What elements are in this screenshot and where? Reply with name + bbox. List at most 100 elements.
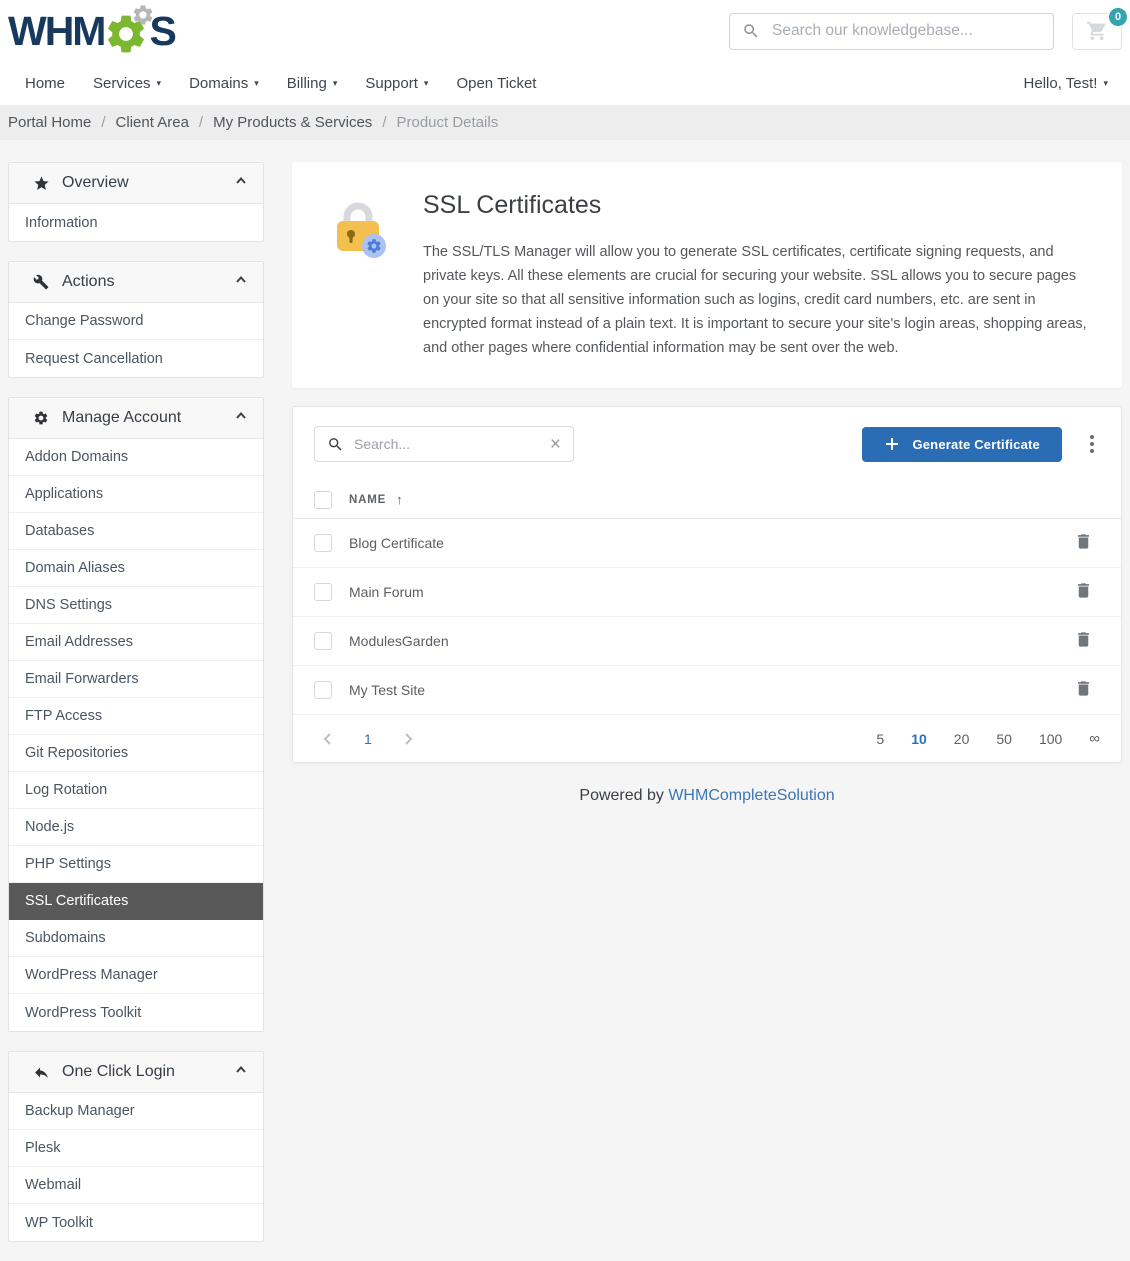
- sidebar-item-addon-domains[interactable]: Addon Domains: [9, 439, 263, 476]
- sidebar-item-ssl-certificates[interactable]: SSL Certificates: [9, 883, 263, 920]
- nav-domains[interactable]: Domains ▾: [175, 75, 273, 92]
- row-checkbox[interactable]: [314, 583, 332, 601]
- sidebar-item-applications[interactable]: Applications: [9, 476, 263, 513]
- page-number[interactable]: 1: [364, 731, 372, 747]
- page-size-10[interactable]: 10: [911, 731, 927, 747]
- logo-gear-icon: [103, 7, 151, 55]
- gear-icon: [32, 410, 50, 426]
- generate-certificate-button[interactable]: Generate Certificate: [862, 427, 1062, 462]
- sidebar-item-dns-settings[interactable]: DNS Settings: [9, 587, 263, 624]
- page-description: The SSL/TLS Manager will allow you to ge…: [423, 240, 1094, 360]
- row-checkbox[interactable]: [314, 632, 332, 650]
- whmcompletesolution-link[interactable]: WHMCompleteSolution: [668, 787, 834, 804]
- sidebar-item-label: Email Addresses: [25, 634, 133, 650]
- star-icon: [32, 175, 50, 192]
- whmcs-logo[interactable]: WHM S: [8, 7, 175, 55]
- sidebar-item-subdomains[interactable]: Subdomains: [9, 920, 263, 957]
- sidebar-item-request-cancellation[interactable]: Request Cancellation: [9, 340, 263, 377]
- nav-domains-label: Domains: [189, 75, 248, 92]
- sidebar-item-label: Change Password: [25, 313, 144, 329]
- sidebar-section-actions: Actions Change Password Request Cancella…: [8, 261, 264, 378]
- sidebar-title-manage-account: Manage Account: [62, 409, 234, 427]
- table-row: Blog Certificate: [293, 519, 1121, 568]
- delete-certificate-button[interactable]: [1070, 626, 1097, 656]
- next-page-button[interactable]: [394, 729, 422, 749]
- sidebar-item-git-repositories[interactable]: Git Repositories: [9, 735, 263, 772]
- caret-down-icon: ▾: [254, 79, 259, 88]
- powered-by-text: Powered by: [579, 787, 668, 804]
- delete-certificate-button[interactable]: [1070, 577, 1097, 607]
- sidebar-item-nodejs[interactable]: Node.js: [9, 809, 263, 846]
- delete-certificate-button[interactable]: [1070, 528, 1097, 558]
- page-size-5[interactable]: 5: [876, 731, 884, 747]
- certificates-card: × Generate Certificate NAME ↑ Blog Certi…: [292, 406, 1122, 763]
- cart-button[interactable]: 0: [1072, 13, 1122, 50]
- row-checkbox[interactable]: [314, 534, 332, 552]
- sidebar-item-change-password[interactable]: Change Password: [9, 303, 263, 340]
- previous-page-button[interactable]: [314, 729, 342, 749]
- chevron-up-icon: [234, 273, 248, 292]
- kebab-dot: [1090, 449, 1094, 453]
- nav-billing[interactable]: Billing▾: [273, 75, 352, 92]
- search-icon: [742, 22, 760, 40]
- sidebar-item-email-addresses[interactable]: Email Addresses: [9, 624, 263, 661]
- sidebar-item-label: WP Toolkit: [25, 1215, 93, 1231]
- delete-certificate-button[interactable]: [1070, 675, 1097, 705]
- certificates-toolbar: × Generate Certificate: [293, 407, 1121, 481]
- caret-down-icon: ▾: [157, 79, 162, 88]
- sidebar-header-manage-account[interactable]: Manage Account: [9, 398, 263, 439]
- certificate-search-input[interactable]: [354, 436, 550, 452]
- breadcrumb-separator: /: [382, 114, 386, 131]
- page-size-20[interactable]: 20: [954, 731, 970, 747]
- breadcrumb-client-area[interactable]: Client Area: [116, 114, 189, 131]
- chevron-up-icon: [234, 174, 248, 193]
- nav-home[interactable]: Home: [8, 75, 79, 92]
- kebab-dot: [1090, 442, 1094, 446]
- nav-open-ticket-label: Open Ticket: [456, 75, 536, 92]
- user-menu[interactable]: Hello, Test!▾: [1010, 75, 1122, 92]
- row-checkbox[interactable]: [314, 681, 332, 699]
- name-column-header[interactable]: NAME: [349, 494, 386, 506]
- sidebar-item-information[interactable]: Information: [9, 204, 263, 241]
- wrench-icon: [32, 274, 50, 290]
- sort-ascending-icon[interactable]: ↑: [396, 492, 403, 507]
- nav-support[interactable]: Support▾: [351, 75, 442, 92]
- breadcrumb-my-products[interactable]: My Products & Services: [213, 114, 372, 131]
- knowledgebase-search-input[interactable]: [772, 22, 1041, 40]
- sidebar-title-one-click-login: One Click Login: [62, 1063, 234, 1081]
- sidebar-item-php-settings[interactable]: PHP Settings: [9, 846, 263, 883]
- page-size-100[interactable]: 100: [1039, 731, 1062, 747]
- trash-icon: [1074, 581, 1093, 600]
- page-size-unlimited[interactable]: ∞: [1089, 730, 1100, 747]
- sidebar-item-label: Databases: [25, 523, 94, 539]
- sidebar-header-actions[interactable]: Actions: [9, 262, 263, 303]
- sidebar-item-backup-manager[interactable]: Backup Manager: [9, 1093, 263, 1130]
- sidebar-item-ftp-access[interactable]: FTP Access: [9, 698, 263, 735]
- ssl-intro-card: SSL Certificates The SSL/TLS Manager wil…: [292, 162, 1122, 388]
- sidebar-item-log-rotation[interactable]: Log Rotation: [9, 772, 263, 809]
- sidebar-item-label: Git Repositories: [25, 745, 128, 761]
- page-size-50[interactable]: 50: [996, 731, 1012, 747]
- sidebar-item-wordpress-manager[interactable]: WordPress Manager: [9, 957, 263, 994]
- reply-arrow-icon: [32, 1064, 50, 1081]
- nav-services[interactable]: Services▾: [79, 75, 175, 92]
- sidebar-header-overview[interactable]: Overview: [9, 163, 263, 204]
- more-options-button[interactable]: [1084, 431, 1100, 457]
- sidebar-section-one-click-login: One Click Login Backup Manager Plesk Web…: [8, 1051, 264, 1242]
- sidebar-item-label: Plesk: [25, 1140, 60, 1156]
- breadcrumb-portal-home[interactable]: Portal Home: [8, 114, 91, 131]
- sidebar-item-domain-aliases[interactable]: Domain Aliases: [9, 550, 263, 587]
- sidebar-item-webmail[interactable]: Webmail: [9, 1167, 263, 1204]
- sidebar-item-email-forwarders[interactable]: Email Forwarders: [9, 661, 263, 698]
- sidebar-item-plesk[interactable]: Plesk: [9, 1130, 263, 1167]
- clear-search-icon[interactable]: ×: [550, 435, 561, 454]
- sidebar-item-databases[interactable]: Databases: [9, 513, 263, 550]
- chevron-up-icon: [234, 409, 248, 428]
- nav-billing-label: Billing: [287, 75, 327, 92]
- select-all-checkbox[interactable]: [314, 491, 332, 509]
- sidebar-item-wp-toolkit[interactable]: WP Toolkit: [9, 1204, 263, 1241]
- sidebar-item-wordpress-toolkit[interactable]: WordPress Toolkit: [9, 994, 263, 1031]
- sidebar-item-label: Log Rotation: [25, 782, 107, 798]
- sidebar-header-one-click-login[interactable]: One Click Login: [9, 1052, 263, 1093]
- nav-open-ticket[interactable]: Open Ticket: [442, 75, 550, 92]
